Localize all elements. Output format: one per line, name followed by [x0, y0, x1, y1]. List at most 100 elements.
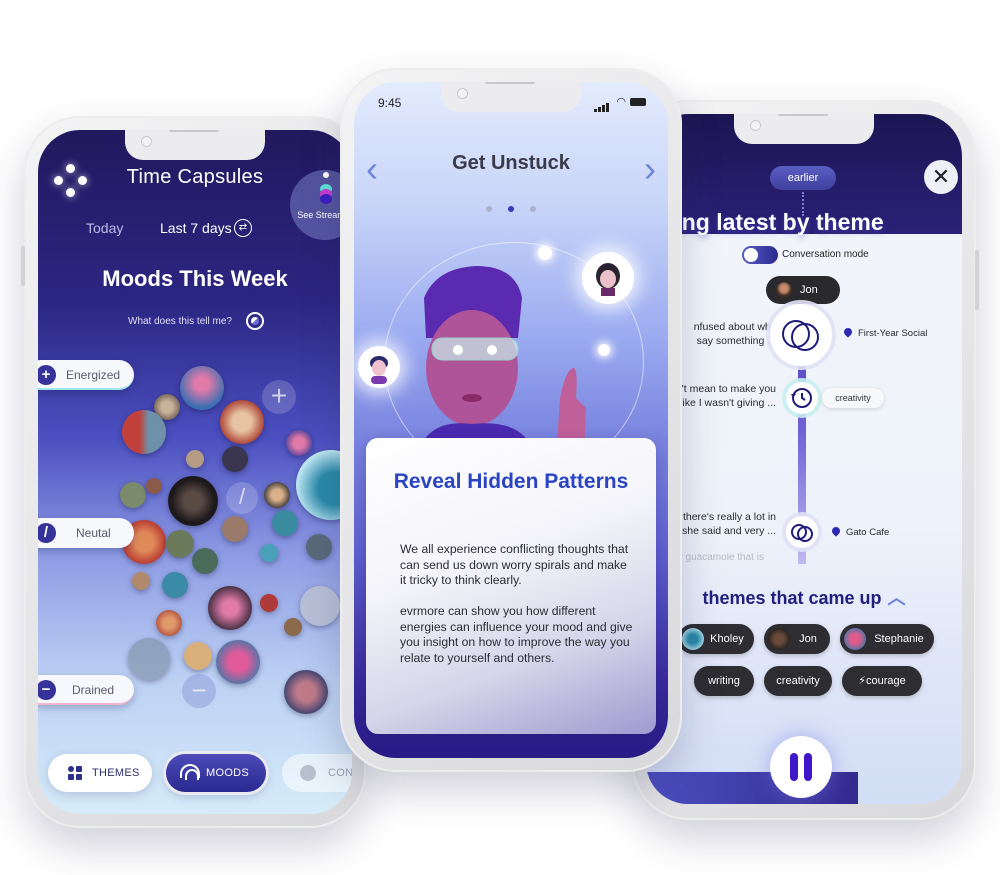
- location-tag: Gato Cafe: [830, 525, 890, 538]
- avatar-bubble[interactable]: [120, 482, 146, 508]
- avatar-bubble[interactable]: [184, 642, 212, 670]
- speaker-chip[interactable]: Jon: [766, 276, 840, 304]
- character-illustration: [406, 258, 606, 458]
- phone-side-button: [975, 250, 979, 310]
- tab-label: THEMES: [92, 767, 140, 779]
- avatar-bubble[interactable]: [216, 640, 260, 684]
- grid-icon: [68, 766, 82, 780]
- avatar-bubble[interactable]: [192, 548, 218, 574]
- phone-side-button: [21, 246, 25, 286]
- status-time: 9:45: [378, 96, 402, 110]
- avatar-bubble[interactable]: [222, 516, 248, 542]
- speaker-name: Jon: [800, 284, 818, 296]
- theme-tag[interactable]: creativity: [822, 388, 884, 408]
- timeline-node[interactable]: [786, 516, 818, 548]
- avatar-bubble[interactable]: [162, 572, 188, 598]
- topic-chip[interactable]: ⚡courage: [842, 666, 922, 696]
- tab-last-7-days[interactable]: Last 7 days: [160, 220, 232, 236]
- topic-chip[interactable]: writing: [694, 666, 754, 696]
- rings-icon: [782, 320, 819, 351]
- avatar: [776, 282, 792, 298]
- slash-icon: /: [38, 523, 56, 543]
- illustration: [354, 222, 668, 482]
- playback-screen: earlier ✕ Playing latest by theme Conver…: [646, 114, 962, 804]
- history-icon: [791, 388, 812, 408]
- person-chip[interactable]: Jon: [764, 624, 830, 654]
- conversation-icon: [300, 765, 316, 781]
- mood-energized[interactable]: + Energized: [38, 360, 134, 390]
- avatar-bubble[interactable]: [146, 478, 162, 494]
- mood-label: Energized: [66, 368, 121, 382]
- phone-get-unstuck: 9:45 ◠ ‹ Get Unstuck › Reveal Hidden Pat…: [340, 68, 682, 772]
- avatar: [844, 628, 866, 650]
- avatar-bubble[interactable]: [260, 544, 278, 562]
- avatar-bubble[interactable]: [156, 610, 182, 636]
- plus-icon: +: [38, 365, 56, 385]
- avatar-bubble[interactable]: [300, 586, 340, 626]
- avatar-bubble[interactable]: [222, 446, 248, 472]
- avatar-bubble[interactable]: [128, 638, 170, 680]
- page-indicator: [354, 199, 668, 217]
- add-drained-button[interactable]: −: [182, 674, 216, 708]
- pause-button[interactable]: [770, 736, 832, 798]
- avatar: [768, 628, 790, 650]
- get-unstuck-screen: 9:45 ◠ ‹ Get Unstuck › Reveal Hidden Pat…: [354, 82, 668, 758]
- help-link[interactable]: What does this tell me?: [128, 316, 232, 327]
- bottom-tab-bar: THEMES MOODS CON: [38, 738, 352, 814]
- earlier-button[interactable]: earlier: [770, 166, 836, 190]
- card-paragraph: We all experience conflicting thoughts t…: [400, 542, 629, 587]
- tab-themes[interactable]: THEMES: [48, 754, 152, 792]
- timeline-node[interactable]: [770, 304, 832, 366]
- avatar-bubble[interactable]: [260, 594, 278, 612]
- avatar-bubble[interactable]: [286, 430, 312, 456]
- avatar-bubble-man: [358, 346, 400, 388]
- page-dot[interactable]: [486, 206, 492, 212]
- avatar-bubble[interactable]: [180, 366, 224, 410]
- add-energized-button[interactable]: +: [262, 380, 296, 414]
- mood-drained[interactable]: − Drained: [38, 675, 134, 705]
- next-arrow-icon[interactable]: ›: [644, 148, 656, 190]
- avatar-bubble[interactable]: [264, 482, 290, 508]
- phone-notch: [734, 114, 874, 144]
- avatar-bubble[interactable]: [220, 400, 264, 444]
- avatar-bubble[interactable]: [132, 572, 150, 590]
- page-dot[interactable]: [530, 206, 536, 212]
- tab-today[interactable]: Today: [86, 220, 123, 236]
- avatar-bubble[interactable]: [122, 410, 166, 454]
- feature-card: Reveal Hidden Patterns We all experience…: [366, 438, 656, 734]
- avatar-bubble[interactable]: [284, 618, 302, 636]
- signal-icon: [594, 98, 610, 112]
- add-neutral-button[interactable]: /: [226, 482, 258, 514]
- tab-label: MOODS: [206, 767, 250, 779]
- timeline-node[interactable]: [786, 382, 818, 414]
- close-icon[interactable]: ✕: [924, 160, 958, 194]
- time-capsules-screen: Time Capsules See Stream Today Last 7 da…: [38, 130, 352, 814]
- info-icon[interactable]: [246, 312, 264, 330]
- avatar-bubble[interactable]: [208, 586, 252, 630]
- person-chip[interactable]: Kholey: [678, 624, 754, 654]
- avatar-bubble[interactable]: [284, 670, 328, 714]
- chevron-up-icon: ︿: [887, 588, 906, 608]
- location-tag: First-Year Social: [842, 326, 927, 339]
- tab-conversations[interactable]: CON: [282, 754, 352, 792]
- avatar-bubble[interactable]: [306, 534, 332, 560]
- conversation-mode-toggle[interactable]: [742, 246, 778, 264]
- avatar-bubble[interactable]: [168, 476, 218, 526]
- avatar-bubble[interactable]: [166, 530, 194, 558]
- mood-label: Drained: [72, 683, 115, 697]
- avatar-bubble[interactable]: [186, 450, 204, 468]
- themes-heading[interactable]: themes that came up ︿: [646, 584, 962, 610]
- mood-neutral[interactable]: / Neutal: [38, 518, 134, 548]
- topic-chip[interactable]: creativity: [764, 666, 832, 696]
- avatar-bubble[interactable]: [272, 510, 298, 536]
- page-dot-active[interactable]: [508, 206, 514, 212]
- chip-label: Kholey: [710, 633, 744, 645]
- person-chip[interactable]: Stephanie: [840, 624, 934, 654]
- location-label: Gato Cafe: [846, 527, 890, 538]
- themes-heading-label: themes that came up: [702, 588, 882, 608]
- mood-label: Neutal: [76, 526, 111, 540]
- tab-moods[interactable]: MOODS: [166, 754, 266, 792]
- phone-notch: [125, 130, 265, 160]
- timeline-snippet-faded: nly guacamole that is: [670, 552, 764, 563]
- swap-icon[interactable]: ⇄: [234, 219, 252, 237]
